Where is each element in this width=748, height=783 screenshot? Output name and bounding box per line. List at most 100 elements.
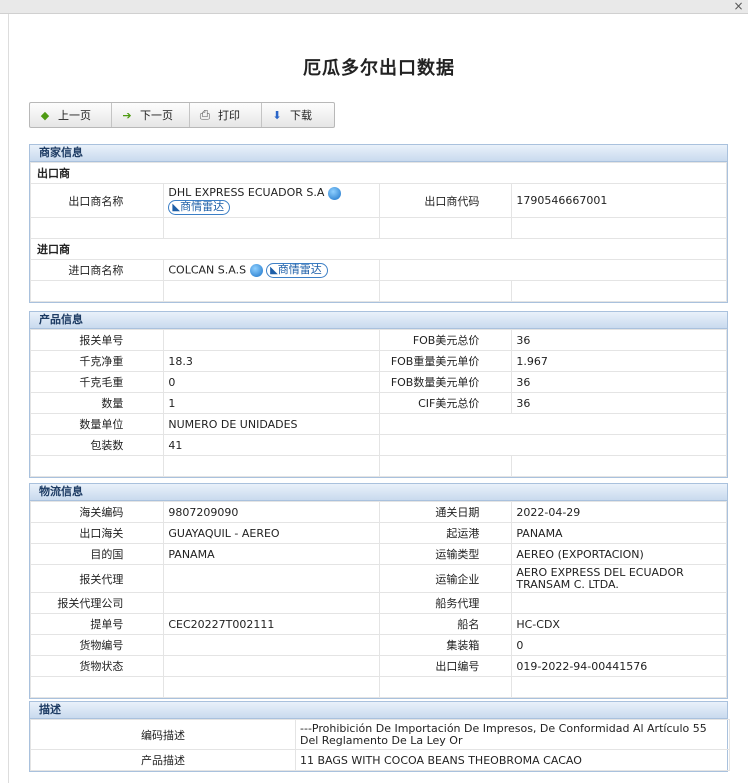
download-button[interactable]: ⬇ 下载 bbox=[262, 103, 334, 127]
product-desc-value: 11 BAGS WITH COCOA BEANS THEOBROMA CACAO bbox=[295, 749, 730, 771]
field-value: CEC20227T002111 bbox=[163, 613, 380, 635]
field-label: 运输类型 bbox=[378, 543, 513, 565]
empty-cell bbox=[511, 676, 727, 698]
description-table: 编码描述 ---Prohibición De Importación De Im… bbox=[30, 719, 730, 771]
field-value: 36 bbox=[511, 329, 727, 351]
table-row: 产品描述 11 BAGS WITH COCOA BEANS THEOBROMA … bbox=[30, 749, 730, 771]
field-label: 数量单位 bbox=[29, 413, 165, 435]
merchant-panel-header: 商家信息 bbox=[30, 145, 727, 162]
next-page-button[interactable]: ➔ 下一页 bbox=[112, 103, 190, 127]
logistics-panel: 物流信息 海关编码 9807209090 通关日期 2022-04-29 出口海… bbox=[29, 483, 728, 699]
field-label: 集装箱 bbox=[378, 634, 513, 656]
field-label: 千克毛重 bbox=[29, 371, 165, 393]
field-value: AEREO (EXPORTACION) bbox=[511, 543, 727, 565]
field-label: 船名 bbox=[378, 613, 513, 635]
empty-cell bbox=[378, 455, 513, 477]
prev-page-button[interactable]: ◆ 上一页 bbox=[30, 103, 112, 127]
description-panel-header: 描述 bbox=[30, 702, 727, 719]
field-label: 出口编号 bbox=[378, 655, 513, 677]
field-value bbox=[163, 329, 380, 351]
exporter-group-title: 出口商 bbox=[30, 162, 727, 184]
empty-cell bbox=[163, 280, 380, 302]
globe-icon[interactable] bbox=[327, 186, 341, 200]
field-value bbox=[163, 634, 380, 656]
empty-cell bbox=[378, 280, 513, 302]
dialog-frame: 厄瓜多尔出口数据 ◆ 上一页 ➔ 下一页 ⎙ 打印 ⬇ 下载 商家信息 出口商 … bbox=[8, 14, 748, 783]
table-row: 数量 1 CIF美元总价 36 bbox=[29, 392, 727, 414]
field-label: FOB重量美元单价 bbox=[378, 350, 513, 372]
exporter-code-label: 出口商代码 bbox=[378, 183, 513, 218]
field-label: CIF美元总价 bbox=[378, 392, 513, 414]
table-row: 千克毛重 0 FOB数量美元单价 36 bbox=[29, 371, 727, 393]
field-label: 海关编码 bbox=[29, 501, 165, 523]
field-label: FOB美元总价 bbox=[378, 329, 513, 351]
empty-cell bbox=[163, 676, 380, 698]
empty-cell bbox=[378, 259, 728, 281]
page-title: 厄瓜多尔出口数据 bbox=[303, 58, 455, 79]
empty-cell bbox=[29, 217, 165, 239]
table-row: 目的国 PANAMA 运输类型 AEREO (EXPORTACION) bbox=[29, 543, 727, 565]
empty-cell bbox=[511, 280, 727, 302]
table-row: 货物状态 出口编号 019-2022-94-00441576 bbox=[29, 655, 727, 677]
importer-group-title: 进口商 bbox=[30, 238, 727, 260]
exporter-name: DHL EXPRESS ECUADOR S.A bbox=[168, 186, 325, 200]
field-label: 运输企业 bbox=[378, 564, 513, 593]
description-panel: 描述 编码描述 ---Prohibición De Importación De… bbox=[29, 701, 730, 772]
importer-radar-button[interactable]: ◣商情雷达 bbox=[266, 262, 328, 278]
field-label: 提单号 bbox=[29, 613, 165, 635]
empty-cell bbox=[29, 676, 165, 698]
download-arrow-icon: ⬇ bbox=[272, 108, 282, 122]
field-label: 报关代理 bbox=[29, 564, 165, 593]
merchant-table: 出口商 出口商名称 DHL EXPRESS ECUADOR S.A ◣商情雷达 … bbox=[29, 162, 728, 302]
table-row: 货物编号 集装箱 0 bbox=[29, 634, 727, 656]
code-desc-value: ---Prohibición De Importación De Impreso… bbox=[295, 719, 730, 750]
field-value: 0 bbox=[163, 371, 380, 393]
table-row: 数量单位 NUMERO DE UNIDADES bbox=[29, 413, 728, 435]
field-value: 0 bbox=[511, 634, 727, 656]
field-label: 货物状态 bbox=[29, 655, 165, 677]
field-value: NUMERO DE UNIDADES bbox=[163, 413, 380, 435]
field-value: 36 bbox=[511, 371, 727, 393]
print-button[interactable]: ⎙ 打印 bbox=[190, 103, 262, 127]
importer-name-cell: COLCAN S.A.S ◣商情雷达 bbox=[163, 259, 380, 281]
logistics-panel-header: 物流信息 bbox=[30, 484, 727, 501]
table-row: 出口海关 GUAYAQUIL - AEREO 起运港 PANAMA bbox=[29, 522, 727, 544]
field-label: 船务代理 bbox=[378, 592, 513, 614]
next-page-label: 下一页 bbox=[140, 109, 173, 122]
field-value: HC-CDX bbox=[511, 613, 727, 635]
logistics-table: 海关编码 9807209090 通关日期 2022-04-29 出口海关 GUA… bbox=[29, 501, 727, 698]
field-value: 41 bbox=[163, 434, 380, 456]
field-value bbox=[163, 592, 380, 614]
empty-cell bbox=[29, 280, 165, 302]
empty-cell bbox=[378, 676, 513, 698]
exporter-radar-button[interactable]: ◣商情雷达 bbox=[168, 199, 231, 215]
empty-cell bbox=[511, 455, 727, 477]
radar-arrow-icon: ◣ bbox=[270, 264, 278, 276]
importer-name-label: 进口商名称 bbox=[29, 259, 165, 281]
globe-icon[interactable] bbox=[249, 263, 263, 277]
product-table: 报关单号 FOB美元总价 36 千克净重 18.3 FOB重量美元单价 1.96… bbox=[29, 329, 728, 477]
importer-name: COLCAN S.A.S bbox=[168, 263, 247, 276]
product-desc-label: 产品描述 bbox=[30, 749, 296, 771]
table-row: 提单号 CEC20227T002111 船名 HC-CDX bbox=[29, 613, 727, 635]
field-label: 通关日期 bbox=[378, 501, 513, 523]
empty-cell bbox=[378, 434, 728, 456]
close-icon[interactable]: × bbox=[732, 0, 745, 13]
merchant-panel: 商家信息 出口商 出口商名称 DHL EXPRESS ECUADOR S.A ◣… bbox=[29, 144, 728, 303]
printer-icon: ⎙ bbox=[199, 107, 211, 123]
field-value: 2022-04-29 bbox=[511, 501, 727, 523]
field-label: FOB数量美元单价 bbox=[378, 371, 513, 393]
table-row: 千克净重 18.3 FOB重量美元单价 1.967 bbox=[29, 350, 727, 372]
empty-cell bbox=[378, 217, 513, 239]
field-value: 1.967 bbox=[511, 350, 727, 372]
window-titlebar: × bbox=[0, 0, 748, 14]
field-value: PANAMA bbox=[511, 522, 727, 544]
download-label: 下载 bbox=[290, 109, 312, 122]
table-row: 报关代理公司 船务代理 bbox=[29, 592, 727, 614]
arrow-right-icon: ➔ bbox=[122, 108, 132, 122]
empty-cell bbox=[29, 455, 165, 477]
radar-label: 商情雷达 bbox=[180, 199, 225, 213]
empty-cell bbox=[378, 413, 728, 435]
field-value: 9807209090 bbox=[163, 501, 380, 523]
field-value: 18.3 bbox=[163, 350, 380, 372]
